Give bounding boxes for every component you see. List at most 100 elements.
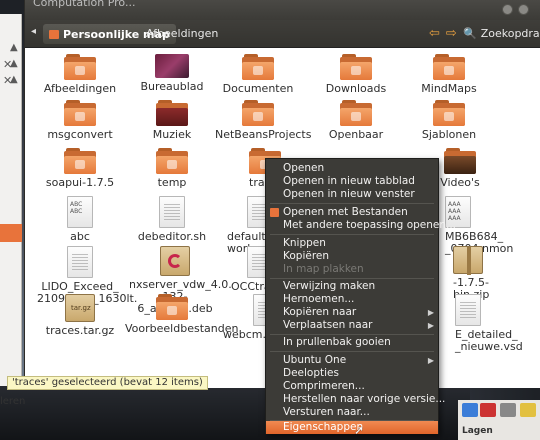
music-folder-icon — [156, 100, 188, 126]
menu-item-make-link[interactable]: Verwijzing maken — [266, 280, 438, 293]
menu-item-paste-into-folder[interactable]: In map plakken — [266, 263, 438, 276]
folder-item[interactable]: Afbeeldingen — [37, 54, 123, 95]
menu-separator — [270, 234, 434, 235]
folder-item[interactable]: Openbaar — [313, 100, 399, 141]
tool-star-icon[interactable] — [520, 403, 536, 417]
tool-nodes-icon[interactable] — [500, 403, 516, 417]
menu-separator — [270, 203, 434, 204]
context-menu: Openen Openen in nieuw tabblad Openen in… — [265, 158, 456, 434]
menu-item-restore-version[interactable]: Herstellen naar vorige versie... — [266, 393, 445, 406]
archive-item[interactable]: tar.gz traces.tar.gz — [37, 294, 123, 337]
menu-item-copy-to[interactable]: Kopiëren naar ▶ — [266, 306, 438, 319]
folder-icon — [242, 54, 274, 80]
menu-item-send-to[interactable]: Versturen naar... — [266, 406, 438, 419]
file-item[interactable]: E_detailed_ _nieuwe.vsd — [455, 294, 531, 353]
status-bar: 'traces' geselecteerd (bevat 12 items) — [7, 376, 208, 390]
search-icon: 🔍 — [463, 27, 477, 40]
right-tool-panel: Lagen — [458, 400, 540, 440]
menu-item-cut[interactable]: Knippen — [266, 237, 438, 250]
folder-item[interactable]: Downloads — [313, 54, 399, 95]
folder-item[interactable]: Sjablonen — [406, 100, 492, 141]
submenu-arrow-icon: ▶ — [427, 356, 434, 365]
nav-back-icon[interactable]: ⇦ — [429, 26, 440, 41]
folder-icon — [340, 54, 372, 80]
folder-item[interactable]: Documenten — [215, 54, 301, 95]
menu-item-open-other[interactable]: Met andere toepassing openen... — [266, 219, 456, 232]
collapse-arrow-icon[interactable]: ▲ — [10, 42, 18, 53]
desktop-image-icon — [155, 54, 189, 78]
text-file-icon: ABC ABC — [67, 196, 93, 228]
maximize-button[interactable] — [518, 4, 529, 15]
left-selected-row[interactable] — [0, 224, 22, 242]
visio-file-icon — [455, 294, 481, 326]
menu-item-sharing[interactable]: Deelopties — [266, 367, 438, 380]
location-toolbar: ◂ Persoonlijke map Afbeeldingen ⇦ ⇨ 🔍 Zoe… — [25, 20, 540, 48]
back-arrow-icon[interactable]: ◂ — [31, 26, 36, 37]
menu-item-open-tab[interactable]: Openen in nieuw tabblad — [266, 175, 438, 188]
desktop-folder-item[interactable]: Bureaublad — [129, 54, 215, 93]
files-app-icon — [270, 208, 279, 217]
nav-forward-icon[interactable]: ⇨ — [446, 26, 457, 41]
folder-icon — [64, 148, 96, 174]
menu-item-open-window[interactable]: Openen in nieuw venster — [266, 188, 438, 201]
lagen-label: Lagen — [462, 426, 493, 436]
menu-item-label: Ubuntu One — [283, 354, 347, 366]
folder-item[interactable]: soapui-1.7.5 — [37, 148, 123, 189]
pcap-file-icon — [67, 246, 93, 278]
archive-icon: tar.gz — [65, 294, 95, 322]
folder-icon — [64, 54, 96, 80]
video-folder-icon — [444, 148, 476, 174]
tool-red-icon[interactable] — [480, 403, 496, 417]
search-button[interactable]: 🔍 Zoekopdracht — [463, 27, 540, 40]
breadcrumb-afbeeldingen[interactable]: Afbeeldingen — [146, 27, 218, 40]
menu-item-open-with-files[interactable]: Openen met Bestanden — [266, 206, 438, 219]
folder-icon — [433, 54, 465, 80]
menu-item-label: Kopiëren naar — [283, 306, 357, 318]
collapse-arrow-icon[interactable]: ▲ — [10, 74, 18, 85]
window-titlebar: Computation Pro... — [25, 0, 540, 20]
tool-blue-icon[interactable] — [462, 403, 478, 417]
left-window-strip: ▲ ✕ ▲ ✕ ▲ leren — [0, 14, 25, 407]
folder-item[interactable]: msgconvert — [37, 100, 123, 141]
script-file-icon — [159, 196, 185, 228]
folder-icon — [340, 100, 372, 126]
collapse-arrow-icon[interactable]: ▲ — [10, 58, 18, 69]
menu-item-label: Verplaatsen naar — [283, 319, 373, 331]
music-folder-item[interactable]: Muziek — [129, 100, 215, 141]
submenu-arrow-icon: ▶ — [427, 321, 434, 330]
folder-item[interactable]: Voorbeeldbestanden — [125, 294, 238, 335]
folder-item[interactable]: temp — [129, 148, 215, 189]
menu-item-ubuntu-one[interactable]: Ubuntu One ▶ — [266, 354, 438, 367]
file-item[interactable]: debeditor.sh — [129, 196, 215, 243]
menu-item-label: Openen met Bestanden — [283, 206, 408, 218]
window-title: Computation Pro... — [33, 0, 136, 9]
menu-item-properties[interactable]: Eigenschappen — [266, 421, 438, 434]
menu-item-trash[interactable]: In prullenbak gooien — [266, 336, 438, 349]
home-folder-icon — [49, 29, 59, 39]
menu-item-move-to[interactable]: Verplaatsen naar ▶ — [266, 319, 438, 332]
folder-icon — [156, 148, 188, 174]
folder-item[interactable]: MindMaps — [406, 54, 492, 95]
submenu-arrow-icon: ▶ — [427, 308, 434, 317]
folder-icon — [156, 294, 188, 320]
menu-separator — [270, 278, 434, 279]
nav-arrows: ⇦ ⇨ — [429, 26, 463, 41]
folder-icon — [242, 100, 274, 126]
menu-separator — [270, 334, 434, 335]
minimize-button[interactable] — [502, 4, 513, 15]
archive-item[interactable]: -1.7.5-bin.zip — [453, 246, 525, 301]
folder-icon — [433, 100, 465, 126]
archive-icon — [453, 246, 483, 275]
folder-item[interactable]: NetBeansProjects — [215, 100, 311, 141]
file-item[interactable]: ABC ABC abc — [37, 196, 123, 243]
menu-item-rename[interactable]: Hernoemen... — [266, 293, 438, 306]
left-bottom-text: leren — [0, 396, 26, 407]
menu-separator — [270, 351, 434, 352]
mouse-pointer-icon: ➚ — [354, 423, 365, 437]
deb-package-icon — [160, 246, 190, 276]
menu-item-copy[interactable]: Kopiëren — [266, 250, 438, 263]
menu-item-compress[interactable]: Comprimeren... — [266, 380, 438, 393]
folder-icon — [64, 100, 96, 126]
menu-item-openen[interactable]: Openen — [266, 162, 438, 175]
search-label: Zoekopdracht — [480, 27, 540, 40]
